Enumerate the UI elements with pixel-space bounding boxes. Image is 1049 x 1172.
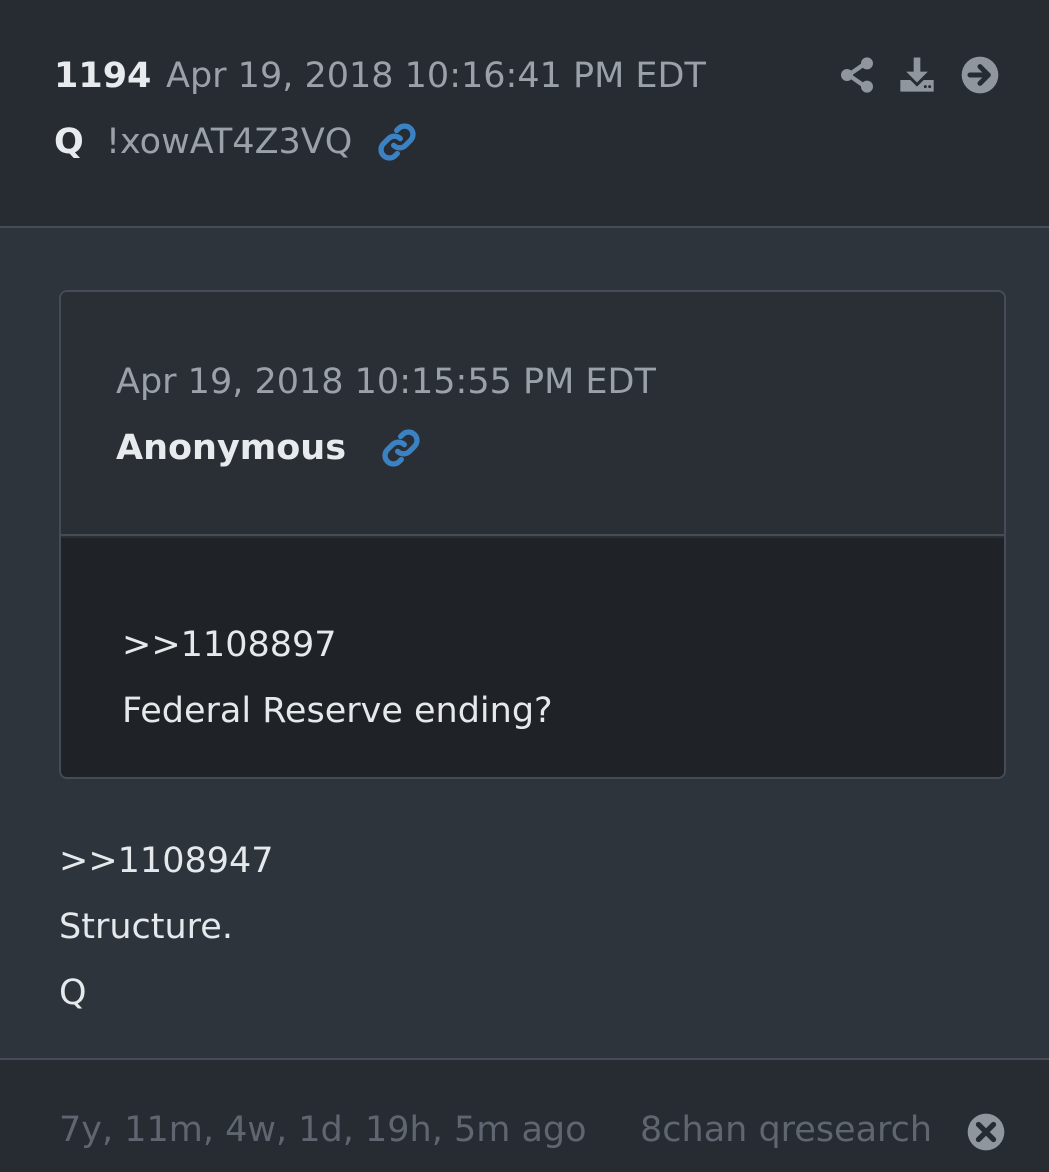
quoted-text: Federal Reserve ending?	[122, 691, 553, 731]
link-icon[interactable]	[381, 428, 421, 468]
post-header: 1194 Apr 19, 2018 10:16:41 PM EDT Q !xow…	[0, 0, 1049, 228]
link-icon[interactable]	[377, 122, 417, 162]
post-signature: Q	[59, 973, 87, 1013]
post-footer: 7y, 11m, 4w, 1d, 19h, 5m ago 8chan qrese…	[0, 1058, 1049, 1172]
post-reference-link[interactable]: >>1108947	[59, 828, 274, 894]
post-author: Q	[54, 122, 84, 162]
post-tripcode: !xowAT4Z3VQ	[106, 122, 353, 162]
download-icon[interactable]	[897, 55, 937, 95]
post-timestamp: Apr 19, 2018 10:16:41 PM EDT	[166, 56, 706, 96]
post-age: 7y, 11m, 4w, 1d, 19h, 5m ago	[59, 1110, 587, 1150]
close-circle-icon[interactable]	[966, 1112, 1006, 1152]
quoted-post-header: Apr 19, 2018 10:15:55 PM EDT Anonymous	[61, 292, 1004, 536]
share-icon[interactable]	[837, 55, 877, 95]
post-number: 1194	[54, 56, 152, 96]
quoted-timestamp: Apr 19, 2018 10:15:55 PM EDT	[116, 362, 656, 402]
arrow-right-circle-icon[interactable]	[960, 55, 1000, 95]
quoted-author: Anonymous	[116, 428, 347, 468]
quoted-post-body: >>1108897 Federal Reserve ending?	[61, 538, 1004, 777]
post-body: >>1108947 Structure. Q	[59, 828, 274, 1026]
quoted-reference-link[interactable]: >>1108897	[122, 612, 553, 678]
post-source: 8chan qresearch	[640, 1110, 933, 1150]
quoted-post: Apr 19, 2018 10:15:55 PM EDT Anonymous >…	[59, 290, 1006, 779]
post-text: Structure.	[59, 907, 233, 947]
